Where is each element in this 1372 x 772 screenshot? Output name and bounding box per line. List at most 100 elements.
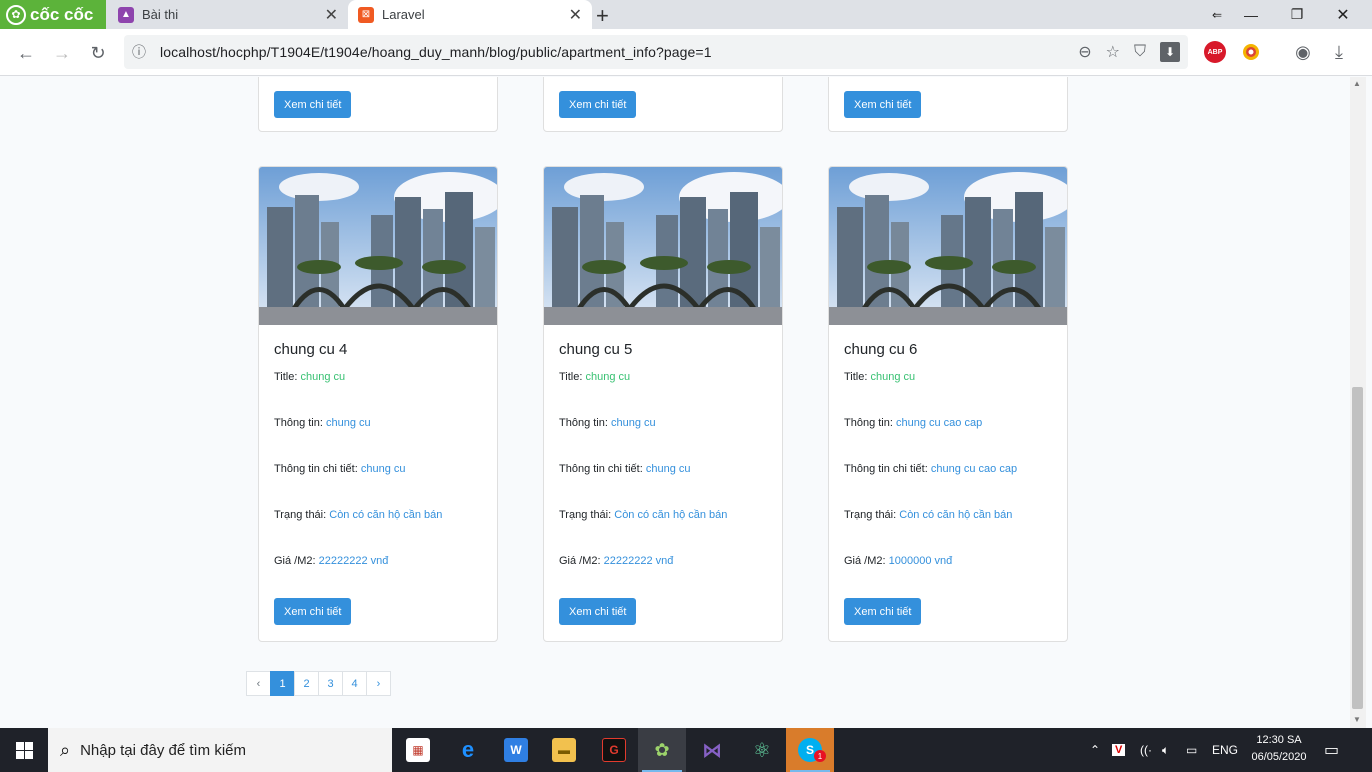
- extension-color-icon[interactable]: [1240, 41, 1262, 63]
- clock-time: 12:30 SA: [1256, 734, 1302, 746]
- tab-bai-thi[interactable]: ▲ Bài thi ✕: [108, 0, 348, 29]
- view-detail-button[interactable]: Xem chi tiết: [559, 598, 637, 625]
- brand-label: cốc cốc: [30, 4, 94, 24]
- field-detail: Thông tin chi tiết: chung cu cao cap: [844, 463, 1017, 475]
- apartment-card-partial: Xem chi tiết: [828, 77, 1068, 132]
- abp-label: ABP: [1207, 48, 1223, 56]
- adblock-icon[interactable]: ABP: [1204, 41, 1226, 63]
- apartment-photo: [544, 167, 782, 325]
- taskbar-app-explorer[interactable]: ▬: [540, 728, 588, 772]
- info-icon[interactable]: ⓘ: [124, 42, 154, 62]
- system-clock[interactable]: 12:30 SA 06/05/2020: [1246, 732, 1312, 766]
- value: chung cu: [325, 417, 371, 429]
- visual-studio-icon: ⋈: [702, 739, 722, 762]
- label: Thông tin:: [559, 417, 608, 429]
- garena-icon: G: [602, 738, 626, 762]
- coccoc-brand[interactable]: ✿ cốc cốc: [0, 0, 106, 29]
- shield-icon[interactable]: ⛉: [1134, 43, 1146, 61]
- url-text[interactable]: localhost/hocphp/T1904E/t1904e/hoang_duy…: [160, 44, 712, 60]
- view-detail-button[interactable]: Xem chi tiết: [844, 598, 922, 625]
- value: chung cu: [870, 371, 916, 383]
- label: Giá /M2:: [844, 555, 886, 567]
- taskbar-app-tasklist[interactable]: ▦: [394, 728, 442, 772]
- profile-icon[interactable]: ◉: [1292, 41, 1314, 63]
- downloads-icon[interactable]: ⤓: [1328, 41, 1350, 63]
- search-icon: ⌕: [60, 739, 71, 760]
- taskbar-search[interactable]: ⌕ Nhập tại đây để tìm kiếm: [48, 728, 392, 772]
- bookmark-star-icon[interactable]: ☆: [1106, 42, 1120, 62]
- forward-button[interactable]: →: [48, 39, 76, 67]
- show-hidden-icons[interactable]: ⌃: [1090, 728, 1100, 772]
- value: chung cu: [585, 371, 631, 383]
- field-status: Trạng thái: Còn có căn hộ cần bán: [274, 509, 442, 521]
- apartment-photo: [829, 167, 1067, 325]
- view-detail-button[interactable]: Xem chi tiết: [559, 91, 637, 118]
- apartment-card-partial: Xem chi tiết: [543, 77, 783, 132]
- network-icon[interactable]: ((·: [1140, 728, 1152, 772]
- browser-toolbar: ← → ↻ ⓘ localhost/hocphp/T1904E/t1904e/h…: [0, 29, 1372, 76]
- apartment-card: chung cu 5 Title: chung cu Thông tin: ch…: [543, 166, 783, 642]
- taskbar-app-skype[interactable]: S 1: [786, 728, 834, 772]
- taskbar-app-edge[interactable]: e: [444, 728, 492, 772]
- pagination-page-3[interactable]: 3: [318, 671, 343, 696]
- pagination-page-1[interactable]: 1: [270, 671, 295, 696]
- zoom-out-icon[interactable]: ⊖: [1078, 42, 1091, 62]
- close-icon[interactable]: ✕: [325, 5, 338, 25]
- field-status: Trạng thái: Còn có căn hộ cần bán: [559, 509, 727, 521]
- value: 22222222 vnđ: [318, 555, 389, 567]
- pagination-prev[interactable]: ‹: [246, 671, 271, 696]
- page-scrollbar[interactable]: ▲ ▼: [1350, 77, 1366, 728]
- reload-button[interactable]: ↻: [84, 39, 112, 67]
- taskbar-app-atom[interactable]: ⚛: [738, 728, 786, 772]
- field-title: Title: chung cu: [844, 371, 915, 383]
- taskbar-app-coccoc[interactable]: ✿: [638, 728, 686, 772]
- apartment-card: chung cu 6 Title: chung cu Thông tin: ch…: [828, 166, 1068, 642]
- label: Thông tin:: [844, 417, 893, 429]
- tasklist-icon: ▦: [406, 738, 430, 762]
- minimize-button[interactable]: —: [1228, 0, 1274, 29]
- new-tab-button[interactable]: +: [596, 3, 609, 29]
- search-placeholder: Nhập tại đây để tìm kiếm: [80, 741, 247, 759]
- view-detail-button[interactable]: Xem chi tiết: [844, 91, 922, 118]
- tab-strip: ✿ cốc cốc ▲ Bài thi ✕ ⊠ Laravel ✕ + ⇐ — …: [0, 0, 1372, 29]
- field-price: Giá /M2: 22222222 vnđ: [559, 555, 673, 567]
- edge-icon: e: [461, 737, 475, 762]
- classroom-icon: ▲: [118, 6, 134, 23]
- download-video-icon[interactable]: ⬇: [1160, 42, 1180, 62]
- vietkey-icon[interactable]: V: [1112, 728, 1126, 772]
- field-info: Thông tin: chung cu: [559, 417, 656, 429]
- coccoc-icon: ✿: [654, 739, 670, 760]
- scroll-down-arrow-icon[interactable]: ▼: [1353, 715, 1361, 724]
- close-icon[interactable]: ✕: [569, 5, 582, 25]
- label: Trạng thái:: [274, 509, 327, 521]
- value: Còn có căn hộ cần bán: [329, 509, 443, 521]
- atom-icon: ⚛: [753, 739, 771, 762]
- scrollbar-thumb[interactable]: [1352, 387, 1363, 709]
- pagination-page-2[interactable]: 2: [294, 671, 319, 696]
- apartment-card-partial: Xem chi tiết: [258, 77, 498, 132]
- label: Title:: [844, 371, 868, 383]
- wps-icon: W: [504, 738, 528, 762]
- pagination-next[interactable]: ›: [366, 671, 391, 696]
- maximize-button[interactable]: ❐: [1274, 0, 1320, 29]
- card-title: chung cu 5: [559, 341, 633, 358]
- view-detail-button[interactable]: Xem chi tiết: [274, 598, 352, 625]
- notification-center-icon[interactable]: ▭: [1324, 728, 1339, 772]
- taskbar-app-visual-studio[interactable]: ⋈: [688, 728, 736, 772]
- language-indicator[interactable]: ENG: [1212, 728, 1238, 772]
- pagination-page-4[interactable]: 4: [342, 671, 367, 696]
- field-info: Thông tin: chung cu cao cap: [844, 417, 982, 429]
- taskbar-app-wps[interactable]: W: [492, 728, 540, 772]
- label: Trạng thái:: [844, 509, 897, 521]
- window-close-button[interactable]: ✕: [1320, 0, 1366, 29]
- back-button[interactable]: ←: [12, 39, 40, 67]
- scroll-up-arrow-icon[interactable]: ▲: [1353, 79, 1361, 88]
- volume-icon[interactable]: 🔈︎: [1162, 728, 1169, 772]
- battery-icon[interactable]: ▭: [1186, 728, 1197, 772]
- start-button[interactable]: [0, 728, 48, 772]
- tab-laravel[interactable]: ⊠ Laravel ✕: [348, 0, 592, 29]
- value: chung cu cao cap: [930, 463, 1018, 475]
- address-bar[interactable]: ⓘ localhost/hocphp/T1904E/t1904e/hoang_d…: [124, 35, 1188, 69]
- taskbar-app-garena[interactable]: G: [590, 728, 638, 772]
- view-detail-button[interactable]: Xem chi tiết: [274, 91, 352, 118]
